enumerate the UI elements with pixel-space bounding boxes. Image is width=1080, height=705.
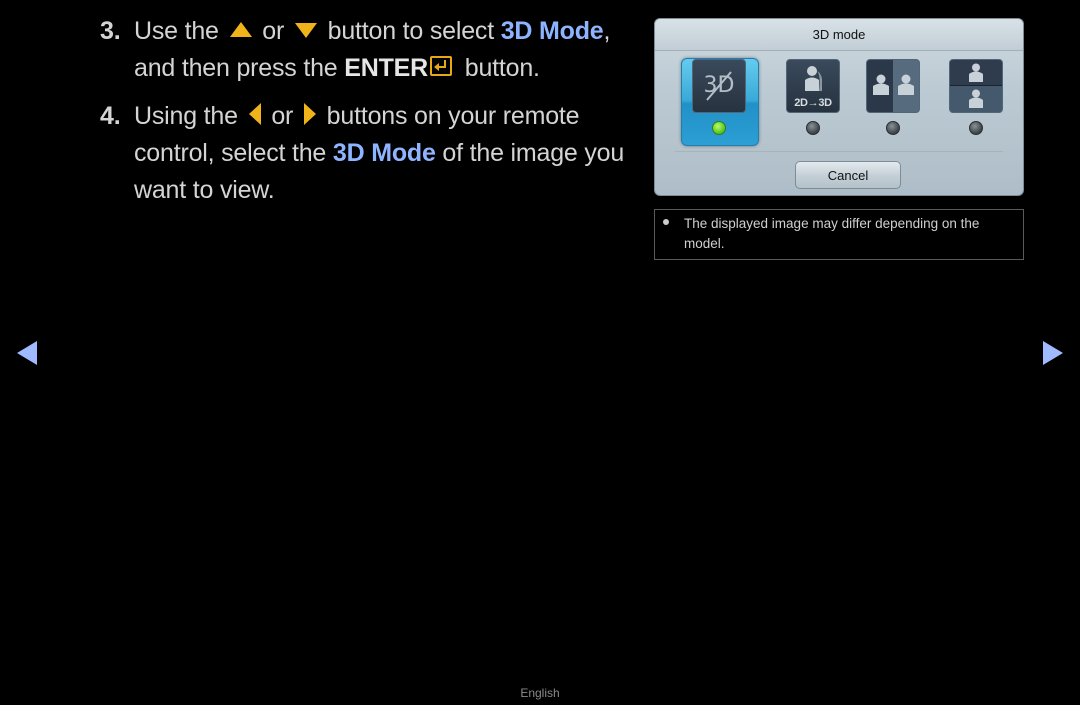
step-3: 3. Use the or button to select 3D Mode, … (100, 13, 645, 87)
mode-indicator-led (712, 121, 726, 135)
3d-off-icon: 3D (692, 59, 746, 113)
note-text: The displayed image may differ depending… (684, 216, 980, 251)
up-arrow-icon (229, 21, 252, 37)
person-icon (969, 89, 983, 108)
mode-3d-off[interactable]: 3D (692, 59, 746, 135)
step-text: button to select (327, 17, 495, 45)
tile-text: 2D→3D (794, 97, 832, 109)
step-text: or (271, 102, 294, 130)
enter-icon (429, 56, 452, 77)
next-page-arrow-icon[interactable] (1043, 341, 1063, 365)
down-arrow-icon (294, 22, 317, 38)
mode-2d-to-3d[interactable]: 2D→3D (786, 59, 840, 135)
highlight-3d-mode: 3D Mode (500, 17, 604, 45)
step-text: button. (464, 54, 540, 82)
step-text: or (262, 17, 285, 45)
enter-label: ENTER (344, 54, 428, 82)
side-by-side-icon (866, 59, 920, 113)
person-icon (898, 74, 914, 95)
step-number: 3. (100, 17, 121, 45)
language-label: English (520, 686, 560, 700)
step-text: and then press the (134, 54, 338, 82)
previous-page-arrow-icon[interactable] (17, 341, 37, 365)
mode-side-by-side[interactable] (866, 59, 920, 135)
note-box: The displayed image may differ depending… (654, 209, 1024, 260)
3d-mode-dialog: 3D mode 3D 2D→3D (654, 18, 1024, 196)
right-arrow-icon (303, 103, 316, 126)
person-icon (805, 66, 822, 91)
2d-to-3d-icon: 2D→3D (786, 59, 840, 113)
step-text: , (603, 17, 611, 45)
step-number: 4. (100, 102, 121, 130)
step-4: 4. Using the or buttons on your remote c… (100, 98, 645, 209)
mode-indicator-led (806, 121, 820, 135)
highlight-3d-mode: 3D Mode (332, 139, 436, 167)
person-icon (969, 63, 983, 82)
person-icon (873, 74, 889, 95)
dialog-title: 3D mode (655, 19, 1023, 51)
mode-indicator-led (886, 121, 900, 135)
mode-top-bottom[interactable] (949, 59, 1003, 135)
bullet-icon (663, 219, 669, 225)
step-text: Using the (134, 102, 238, 130)
mode-indicator-led (969, 121, 983, 135)
top-bottom-icon (949, 59, 1003, 113)
cancel-button[interactable]: Cancel (795, 161, 901, 189)
left-arrow-icon (248, 103, 261, 126)
dialog-divider (675, 151, 1003, 152)
step-text: Use the (134, 17, 219, 45)
